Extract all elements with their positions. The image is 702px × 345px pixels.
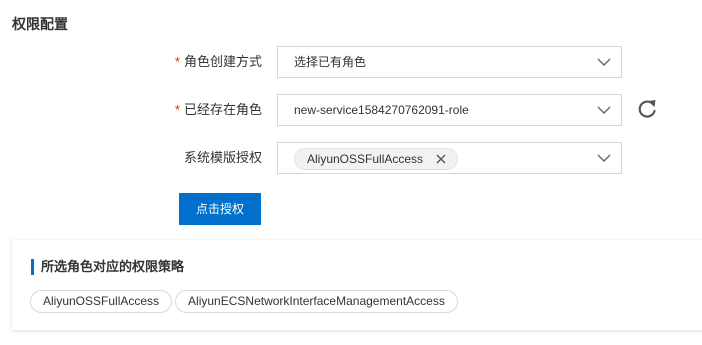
section-title: 权限配置: [12, 16, 68, 32]
template-auth-label: 系统模版授权: [183, 150, 262, 165]
policy-panel: 所选角色对应的权限策略 AliyunOSSFullAccess AliyunEC…: [12, 240, 702, 330]
refresh-icon[interactable]: [636, 98, 658, 120]
required-mark: *: [174, 54, 180, 69]
template-auth-select[interactable]: AliyunOSSFullAccess: [277, 142, 622, 174]
role-creation-label-text: 角色创建方式: [183, 54, 262, 69]
selected-template-tag-label: AliyunOSSFullAccess: [307, 152, 424, 166]
policy-tag-list: AliyunOSSFullAccess AliyunECSNetworkInte…: [30, 290, 458, 313]
existing-role-select[interactable]: new-service1584270762091-role: [277, 94, 622, 126]
authorize-button[interactable]: 点击授权: [179, 193, 261, 225]
template-auth-row: 系统模版授权 AliyunOSSFullAccess: [0, 140, 702, 176]
policy-panel-title: 所选角色对应的权限策略: [31, 259, 184, 275]
chevron-down-icon: [597, 154, 611, 162]
role-creation-label: * 角色创建方式: [175, 44, 262, 80]
close-icon[interactable]: [435, 153, 447, 165]
role-creation-value: 选择已有角色: [294, 55, 367, 69]
required-mark: *: [174, 102, 180, 117]
policy-tag: AliyunECSNetworkInterfaceManagementAcces…: [175, 290, 458, 313]
existing-role-value: new-service1584270762091-role: [294, 103, 469, 117]
chevron-down-icon: [597, 58, 611, 66]
policy-tag: AliyunOSSFullAccess: [30, 290, 173, 313]
role-creation-row: * 角色创建方式 选择已有角色: [0, 44, 702, 80]
existing-role-label-text: 已经存在角色: [183, 102, 262, 117]
chevron-down-icon: [597, 106, 611, 114]
existing-role-row: * 已经存在角色 new-service1584270762091-role: [0, 92, 702, 128]
selected-template-tag: AliyunOSSFullAccess: [294, 148, 459, 170]
role-creation-select[interactable]: 选择已有角色: [277, 46, 622, 78]
existing-role-label: * 已经存在角色: [175, 92, 262, 128]
